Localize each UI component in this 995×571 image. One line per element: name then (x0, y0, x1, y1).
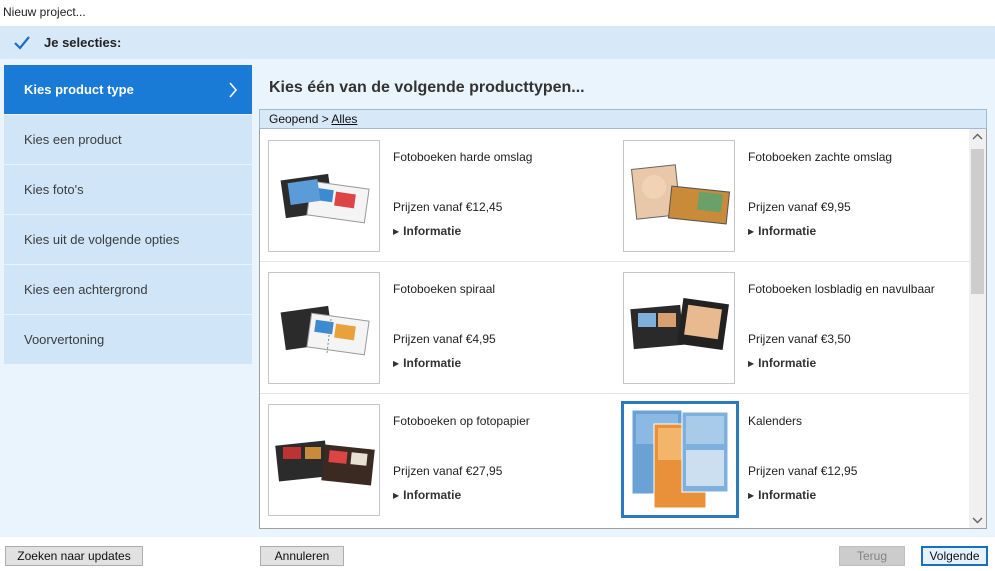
product-row: Fotoboeken harde omslag Prijzen vanaf €1… (260, 129, 970, 262)
product-type-list[interactable]: Fotoboeken harde omslag Prijzen vanaf €1… (259, 129, 987, 529)
checkmark-icon (14, 36, 30, 50)
window-title: Nieuw project... (3, 5, 86, 19)
scroll-down-icon[interactable] (969, 511, 986, 528)
product-card[interactable]: Fotoboeken harde omslag Prijzen vanaf €1… (260, 139, 610, 253)
product-name: Fotoboeken spiraal (393, 282, 496, 296)
product-card[interactable]: Fotoboeken zachte omslag Prijzen vanaf €… (615, 139, 965, 253)
product-name: Fotoboeken losbladig en navulbaar (748, 282, 935, 296)
photobook-image-icon (630, 164, 731, 225)
product-name: Fotoboeken harde omslag (393, 150, 533, 164)
product-info-label: Informatie (758, 356, 817, 370)
product-info-link[interactable]: ▶ Informatie (748, 356, 816, 370)
sidebar-item-options[interactable]: Kies uit de volgende opties (4, 215, 252, 265)
product-image[interactable] (623, 272, 735, 384)
scrollbar-thumb[interactable] (971, 149, 984, 294)
page-title: Kies één van de volgende producttypen... (269, 79, 585, 96)
selections-bar[interactable]: Je selecties: (0, 26, 995, 59)
product-info-link[interactable]: ▶ Informatie (393, 224, 461, 238)
sidebar-item-preview[interactable]: Voorvertoning (4, 315, 252, 365)
product-info-link[interactable]: ▶ Informatie (393, 488, 461, 502)
cancel-button[interactable]: Annuleren (260, 546, 344, 566)
photobook-image-icon (275, 440, 375, 486)
product-name: Kalenders (748, 414, 803, 428)
product-image[interactable] (268, 272, 380, 384)
product-price: Prijzen vanaf €27,95 (393, 464, 503, 478)
product-card[interactable]: Fotoboeken spiraal Prijzen vanaf €4,95 ▶… (260, 271, 610, 385)
product-info-label: Informatie (403, 488, 462, 502)
product-name: Fotoboeken zachte omslag (748, 150, 893, 164)
sidebar-item-product-type[interactable]: Kies product type (4, 65, 252, 115)
sidebar-item-photos[interactable]: Kies foto's (4, 165, 252, 215)
product-image[interactable] (621, 401, 739, 518)
expand-triangle-icon: ▶ (748, 491, 755, 500)
product-price: Prijzen vanaf €4,95 (393, 332, 496, 346)
product-row: Fotoboeken spiraal Prijzen vanaf €4,95 ▶… (260, 261, 970, 394)
product-card-selected[interactable]: Kalenders Prijzen vanaf €12,95 ▶ Informat… (615, 401, 965, 518)
sidebar-item-label: Voorvertoning (24, 332, 105, 347)
calendar-image-icon (631, 409, 729, 509)
product-info-label: Informatie (403, 224, 462, 238)
photobook-image-icon (280, 305, 370, 356)
sidebar-item-label: Kies een product (24, 132, 122, 147)
product-card[interactable]: Fotoboeken losbladig en navulbaar Prijze… (615, 271, 965, 385)
product-price: Prijzen vanaf €12,95 (748, 464, 858, 478)
main-panel: Kies product type Kies een product Kies … (0, 59, 995, 537)
chevron-right-icon (229, 82, 238, 98)
breadcrumb: Geopend > Alles (259, 109, 987, 129)
product-info-label: Informatie (758, 224, 817, 238)
product-card[interactable]: Fotoboeken op fotopapier Prijzen vanaf €… (260, 403, 610, 517)
next-button[interactable]: Volgende (921, 546, 988, 566)
back-button[interactable]: Terug (839, 546, 905, 566)
scroll-up-icon[interactable] (969, 129, 986, 146)
vertical-scrollbar[interactable] (969, 129, 986, 528)
photobook-image-icon (280, 173, 370, 224)
product-info-label: Informatie (758, 488, 817, 502)
dialog-footer: Zoeken naar updates Annuleren Terug Volg… (0, 537, 995, 571)
product-image[interactable] (268, 140, 380, 252)
product-price: Prijzen vanaf €12,45 (393, 200, 503, 214)
expand-triangle-icon: ▶ (393, 227, 400, 236)
product-price: Prijzen vanaf €9,95 (748, 200, 851, 214)
sidebar-item-label: Kies foto's (24, 182, 84, 197)
product-image[interactable] (268, 404, 380, 516)
product-info-link[interactable]: ▶ Informatie (748, 224, 816, 238)
breadcrumb-link-all[interactable]: Alles (331, 112, 357, 126)
check-updates-button[interactable]: Zoeken naar updates (5, 546, 143, 566)
product-info-label: Informatie (403, 356, 462, 370)
sidebar-item-label: Kies een achtergrond (24, 282, 148, 297)
sidebar-item-product[interactable]: Kies een product (4, 115, 252, 165)
expand-triangle-icon: ▶ (393, 359, 400, 368)
expand-triangle-icon: ▶ (748, 227, 755, 236)
product-name: Fotoboeken op fotopapier (393, 414, 530, 428)
product-row: Fotoboeken op fotopapier Prijzen vanaf €… (260, 393, 970, 525)
window-titlebar: Nieuw project... (0, 0, 995, 24)
product-image[interactable] (623, 140, 735, 252)
sidebar-item-label: Kies product type (24, 82, 134, 97)
selections-label: Je selecties: (44, 35, 122, 50)
steps-sidebar: Kies product type Kies een product Kies … (4, 65, 252, 365)
sidebar-item-background[interactable]: Kies een achtergrond (4, 265, 252, 315)
product-info-link[interactable]: ▶ Informatie (393, 356, 461, 370)
breadcrumb-prefix: Geopend > (269, 112, 329, 126)
photobook-image-icon (630, 298, 729, 350)
expand-triangle-icon: ▶ (748, 359, 755, 368)
expand-triangle-icon: ▶ (393, 491, 400, 500)
product-info-link[interactable]: ▶ Informatie (748, 488, 816, 502)
sidebar-item-label: Kies uit de volgende opties (24, 232, 180, 247)
product-price: Prijzen vanaf €3,50 (748, 332, 851, 346)
